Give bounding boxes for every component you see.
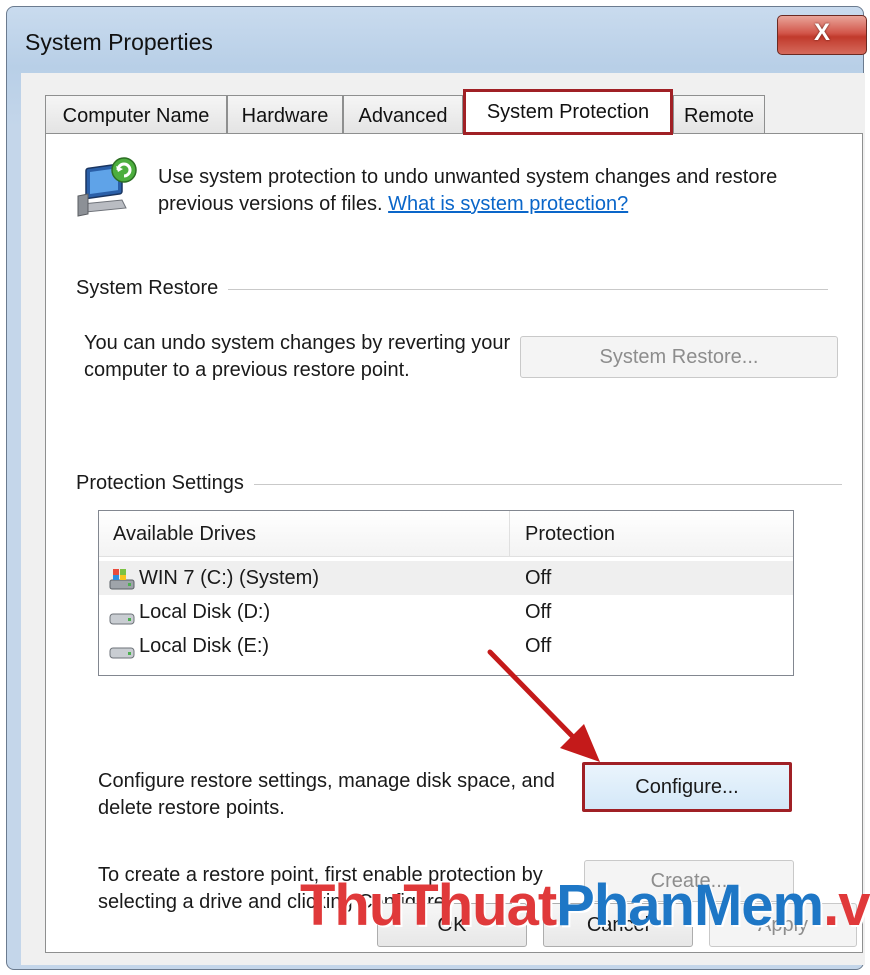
column-header-available-drives[interactable]: Available Drives: [113, 523, 256, 546]
watermark-part2: PhanMem: [556, 873, 824, 938]
system-drive-icon: [109, 567, 135, 590]
window-title: System Properties: [25, 29, 213, 55]
tab-remote[interactable]: Remote: [673, 95, 765, 135]
tab-system-protection[interactable]: System Protection: [463, 89, 673, 135]
hard-drive-icon: [109, 603, 135, 625]
configure-description: Configure restore settings, manage disk …: [98, 770, 555, 819]
tab-advanced[interactable]: Advanced: [343, 95, 463, 135]
drive-name: Local Disk (D:): [139, 601, 271, 623]
tab-computer-name[interactable]: Computer Name: [45, 95, 227, 135]
drive-protection-status: Off: [525, 567, 552, 589]
tab-label: Remote: [683, 105, 755, 127]
what-is-system-protection-link[interactable]: What is system protection?: [388, 193, 628, 215]
drive-row-d[interactable]: Local Disk (D:) Off: [99, 595, 793, 629]
drive-row-e[interactable]: Local Disk (E:) Off: [99, 629, 793, 663]
available-drives-list[interactable]: Available Drives Protection WIN 7 (C:) (…: [98, 510, 794, 676]
drive-name: WIN 7 (C:) (System): [139, 567, 319, 589]
watermark-part1: ThuThuat: [300, 873, 557, 938]
system-protection-panel: Use system protection to undo unwanted s…: [45, 133, 863, 953]
tab-label: Advanced: [358, 105, 448, 127]
annotation-arrow-icon: [487, 649, 600, 762]
system-restore-description: You can undo system changes by reverting…: [84, 332, 511, 381]
column-header-protection[interactable]: Protection: [525, 523, 615, 546]
tab-label: System Protection: [486, 101, 650, 123]
watermark-part3: .vn: [823, 873, 870, 938]
watermark-logo: ThuThuatPhanMem.vn: [300, 872, 870, 939]
column-separator: [509, 511, 510, 557]
protection-settings-group-label: Protection Settings: [76, 472, 254, 495]
system-properties-window: System Properties X Computer Name Hardwa…: [6, 6, 867, 970]
close-button[interactable]: X: [777, 15, 867, 55]
tab-label: Computer Name: [62, 105, 210, 127]
intro-description: Use system protection to undo unwanted s…: [158, 164, 838, 218]
hard-drive-icon: [109, 637, 135, 659]
system-restore-group-label: System Restore: [76, 277, 229, 300]
drive-protection-status: Off: [525, 601, 552, 623]
drives-list-header: Available Drives Protection: [99, 511, 793, 557]
system-protection-icon: [76, 156, 140, 218]
system-restore-button[interactable]: System Restore...: [520, 336, 838, 378]
drive-row-c[interactable]: WIN 7 (C:) (System) Off: [99, 561, 793, 595]
drive-name: Local Disk (E:): [139, 635, 270, 657]
close-icon: X: [813, 19, 830, 46]
tab-hardware[interactable]: Hardware: [227, 95, 343, 135]
dialog-client-area: Computer Name Hardware Advanced System P…: [21, 73, 865, 965]
tab-label: Hardware: [241, 105, 329, 127]
